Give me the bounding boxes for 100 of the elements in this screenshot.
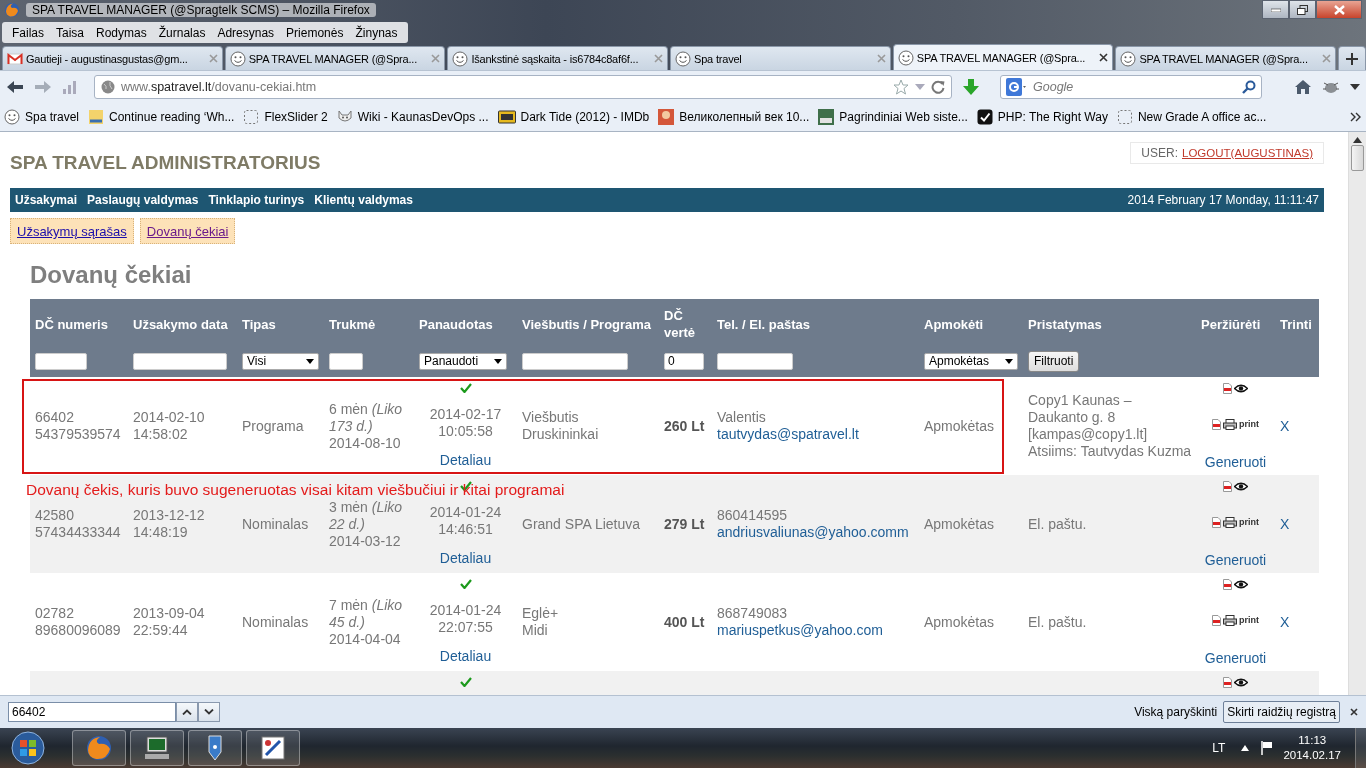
nav-item[interactable]: Tinklapio turinys — [208, 193, 305, 207]
print-link[interactable]: print — [1239, 415, 1259, 433]
details-link[interactable]: Detaliau — [439, 550, 492, 567]
generate-link[interactable]: Generuoti — [1204, 454, 1267, 471]
generate-link[interactable]: Generuoti — [1204, 552, 1267, 569]
filter-dropdown[interactable]: Apmokėtas — [924, 352, 1018, 370]
show-desktop-button[interactable] — [1355, 728, 1366, 768]
browser-tab[interactable]: Gautieji - augustinasgustas@gm... — [2, 46, 223, 70]
print-link[interactable]: print — [1239, 611, 1259, 629]
close-icon[interactable] — [1099, 53, 1109, 62]
email-link[interactable]: andriusvaliunas@yahoo.comm — [717, 524, 919, 541]
menu-item[interactable]: Rodymas — [90, 23, 153, 42]
taskbar-app[interactable] — [188, 730, 242, 766]
filter-field[interactable] — [522, 352, 628, 370]
filter-button[interactable]: Filtruoti — [1028, 350, 1080, 372]
filter-field[interactable]: 0 — [664, 352, 704, 370]
bookmark[interactable]: Spa travel — [4, 109, 80, 125]
search-icon[interactable] — [1242, 80, 1256, 94]
subnav-link[interactable]: Užsakymų sąrašas — [10, 218, 134, 244]
pdf-icon[interactable] — [1212, 516, 1221, 528]
filter-field[interactable] — [329, 352, 363, 370]
filter-field[interactable] — [717, 352, 793, 370]
next-button[interactable] — [198, 702, 220, 722]
up-arrow-icon[interactable] — [1353, 137, 1362, 143]
scrollbar-thumb[interactable] — [1351, 145, 1364, 171]
home-icon[interactable] — [1294, 79, 1312, 95]
highlight-all-button[interactable]: Viską paryškinti — [1128, 705, 1224, 719]
browser-tab[interactable]: Spa travel — [670, 46, 891, 70]
bookmark[interactable]: Wiki - KaunasDevOps ... — [336, 109, 489, 125]
find-field[interactable]: 66402 — [8, 702, 176, 722]
bookmark[interactable]: New Grade A office ac... — [1116, 109, 1267, 125]
bookmark[interactable]: Continue reading ‘Wh... — [88, 109, 235, 125]
menu-item[interactable]: Failas — [6, 23, 50, 42]
close-button[interactable] — [1316, 0, 1362, 19]
match-case-button[interactable]: Skirti raidžių registrą — [1223, 701, 1340, 723]
browser-tab[interactable]: SPA TRAVEL MANAGER (@Spra... — [1115, 46, 1337, 70]
delete-link[interactable]: X — [1280, 613, 1319, 631]
menu-item[interactable]: Priemonės — [280, 23, 350, 42]
search-field[interactable]: Google — [1000, 75, 1262, 99]
up-arrow-icon[interactable] — [1241, 745, 1250, 751]
filter-field[interactable] — [133, 352, 227, 370]
email-link[interactable]: mariuspetkus@yahoo.com — [717, 622, 919, 639]
eye-icon[interactable] — [1234, 580, 1248, 589]
menu-item[interactable]: Žurnalas — [152, 23, 212, 42]
pdf-icon[interactable] — [1223, 677, 1232, 688]
printer-icon[interactable] — [1223, 516, 1237, 528]
details-link[interactable]: Detaliau — [439, 452, 492, 469]
bookmark[interactable]: PHP: The Right Way — [976, 109, 1108, 125]
pdf-icon[interactable] — [1223, 481, 1232, 492]
nav-item[interactable]: Paslaugų valdymas — [87, 193, 199, 207]
taskbar-app[interactable] — [72, 730, 126, 766]
flag-icon[interactable] — [1261, 741, 1274, 755]
pdf-icon[interactable] — [1223, 579, 1232, 590]
language-indicator[interactable]: LT — [1212, 741, 1226, 755]
eye-icon[interactable] — [1234, 482, 1248, 491]
reload-icon[interactable] — [931, 80, 945, 94]
logout-link[interactable]: LOGOUT(AUGUSTINAS) — [1182, 147, 1313, 159]
scrollbar[interactable] — [1348, 132, 1366, 695]
bookmark[interactable]: Dark Tide (2012) - IMDb — [497, 110, 650, 124]
filter-dropdown[interactable]: Panaudoti — [419, 352, 507, 370]
back-arrow-icon[interactable] — [6, 79, 24, 95]
menu-item[interactable]: Taisa — [50, 23, 91, 42]
pdf-icon[interactable] — [1223, 383, 1232, 394]
restore-button[interactable] — [1289, 0, 1316, 19]
browser-tab[interactable]: SPA TRAVEL MANAGER (@Spra... — [892, 44, 1114, 70]
printer-icon[interactable] — [1223, 418, 1237, 430]
minimize-button[interactable] — [1262, 0, 1289, 19]
taskbar-app[interactable] — [246, 730, 300, 766]
printer-icon[interactable] — [1223, 614, 1237, 626]
clock[interactable]: 11:13 2014.02.17 — [1283, 733, 1341, 763]
taskbar-app[interactable] — [130, 730, 184, 766]
filter-dropdown[interactable]: Visi — [242, 352, 319, 370]
bookmark[interactable]: Великолепный век 10... — [658, 109, 810, 125]
nav-item[interactable]: Klientų valdymas — [314, 193, 413, 207]
start-button[interactable] — [8, 729, 48, 767]
close-icon[interactable] — [1350, 708, 1358, 716]
nav-item[interactable]: Užsakymai — [15, 193, 78, 207]
chevron-down-icon[interactable] — [1350, 84, 1360, 90]
delete-link[interactable]: X — [1280, 515, 1319, 533]
pdf-icon[interactable] — [1212, 418, 1221, 430]
address-bar[interactable]: www.spatravel.lt/dovanu-cekiai.htm — [94, 75, 952, 99]
eye-icon[interactable] — [1234, 678, 1248, 687]
bookmark[interactable]: FlexSlider 2 — [243, 109, 328, 125]
double-chevron-icon[interactable] — [1350, 112, 1362, 122]
menu-item[interactable]: Žinynas — [349, 23, 404, 42]
filter-field[interactable] — [35, 352, 87, 370]
download-arrow-icon[interactable] — [962, 78, 980, 96]
delete-link[interactable]: X — [1280, 417, 1319, 435]
details-link[interactable]: Detaliau — [439, 648, 492, 665]
email-link[interactable]: tautvydas@spatravel.lt — [717, 426, 919, 443]
google-icon[interactable] — [1006, 78, 1026, 96]
generate-link[interactable]: Generuoti — [1204, 650, 1267, 667]
menu-item[interactable]: Adresynas — [211, 23, 281, 42]
previous-button[interactable] — [176, 702, 198, 722]
pdf-icon[interactable] — [1212, 614, 1221, 626]
star-icon[interactable] — [893, 79, 909, 95]
browser-tab[interactable]: SPA TRAVEL MANAGER (@Spra... — [224, 46, 446, 70]
bookmark[interactable]: Pagrindiniai Web siste... — [818, 109, 968, 125]
print-link[interactable]: print — [1239, 513, 1259, 531]
subnav-link[interactable]: Dovanų čekiai — [139, 218, 236, 244]
